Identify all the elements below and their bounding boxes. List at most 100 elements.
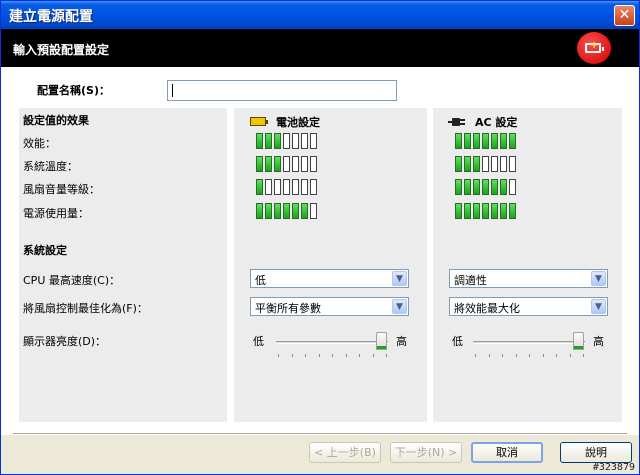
battery-brightness-track[interactable]	[276, 341, 388, 344]
ac-fan-control-value: 將效能最大化	[454, 302, 520, 315]
footer-divider	[13, 433, 627, 435]
battery-brightness-low-label: 低	[253, 335, 264, 348]
battery-brightness-slider-thumb[interactable]	[376, 332, 387, 350]
slider-tick	[502, 354, 503, 357]
next-button[interactable]: 下一步(N) >	[390, 442, 462, 463]
meter-segment	[464, 156, 471, 172]
battery-charging-icon: +	[577, 32, 611, 64]
meter-segment	[491, 179, 498, 195]
chevron-down-icon[interactable]: ▼	[591, 271, 606, 286]
ac-brightness-track[interactable]	[473, 341, 585, 344]
meter-segment	[256, 203, 263, 219]
meter-segment	[292, 133, 299, 149]
meter-segment	[509, 156, 516, 172]
meter-segment	[491, 203, 498, 219]
meter-segment	[265, 156, 272, 172]
meter-segment	[283, 179, 290, 195]
battery-settings-panel: 電池設定 低 ▼ 平衡所有參數 ▼ 低 高	[234, 108, 427, 422]
meter-segment	[473, 179, 480, 195]
meter-segment	[500, 133, 507, 149]
ac-meter-fan-noise	[455, 179, 516, 195]
cancel-button[interactable]: 取消	[471, 442, 543, 463]
meter-segment	[301, 203, 308, 219]
slider-tick	[488, 354, 490, 357]
slider-tick	[542, 354, 544, 357]
slider-tick	[345, 354, 347, 357]
header-title: 輸入預設配置設定	[13, 43, 110, 57]
effect-label-fan-noise: 風扇音量等級：	[23, 183, 100, 196]
meter-segment	[500, 179, 507, 195]
meter-segment	[491, 133, 498, 149]
slider-tick	[475, 354, 476, 357]
battery-fan-control-value: 平衡所有參數	[255, 302, 321, 315]
close-icon[interactable]: ✕	[614, 5, 635, 26]
header-band: 輸入預設配置設定 +	[1, 29, 639, 67]
meter-segment	[274, 203, 281, 219]
meter-segment	[292, 156, 299, 172]
slider-tick	[291, 354, 293, 357]
slider-tick	[583, 354, 584, 357]
ac-brightness-high-label: 高	[593, 335, 604, 348]
meter-segment	[301, 156, 308, 172]
battery-fan-control-select[interactable]: 平衡所有參數 ▼	[250, 297, 409, 316]
battery-column-title: 電池設定	[276, 116, 320, 129]
ac-settings-panel: AC 設定 調適性 ▼ 將效能最大化 ▼ 低 高	[433, 108, 622, 422]
meter-segment	[500, 156, 507, 172]
meter-segment	[265, 179, 272, 195]
meter-segment	[265, 133, 272, 149]
meter-segment	[500, 203, 507, 219]
ac-brightness-slider-thumb[interactable]	[573, 332, 584, 350]
chevron-down-icon[interactable]: ▼	[591, 299, 606, 314]
title-bar[interactable]: 建立電源配置 ✕	[1, 1, 639, 29]
meter-segment	[473, 203, 480, 219]
plug-icon	[448, 117, 466, 127]
battery-icon	[250, 117, 268, 126]
meter-segment	[464, 203, 471, 219]
back-button[interactable]: < 上一步(B)	[309, 442, 381, 463]
ac-cpu-speed-select[interactable]: 調適性 ▼	[449, 269, 608, 288]
system-settings-title: 系統設定	[23, 244, 67, 257]
meter-segment	[310, 203, 317, 219]
meter-segment	[283, 156, 290, 172]
plan-name-input[interactable]	[167, 80, 397, 101]
effect-label-temperature: 系統溫度：	[23, 160, 78, 173]
chevron-down-icon[interactable]: ▼	[392, 271, 407, 286]
cpu-speed-label: CPU 最高速度(C)：	[23, 274, 121, 287]
slider-tick	[386, 354, 387, 357]
meter-segment	[310, 133, 317, 149]
ac-meter-performance	[455, 133, 516, 149]
plan-name-label: 配置名稱(S)：	[37, 84, 110, 97]
ac-brightness-low-label: 低	[452, 335, 463, 348]
meter-segment	[509, 133, 516, 149]
battery-meter-power-usage	[256, 203, 317, 219]
meter-segment	[274, 179, 281, 195]
meter-segment	[274, 156, 281, 172]
meter-segment	[509, 203, 516, 219]
slider-tick	[278, 354, 279, 357]
meter-segment	[301, 179, 308, 195]
slider-tick	[359, 354, 360, 357]
battery-cpu-speed-select[interactable]: 低 ▼	[250, 269, 409, 288]
meter-segment	[455, 133, 462, 149]
meter-segment	[455, 179, 462, 195]
chevron-down-icon[interactable]: ▼	[392, 299, 407, 314]
meter-segment	[292, 179, 299, 195]
slider-tick	[529, 354, 530, 357]
meter-segment	[301, 133, 308, 149]
ac-meter-temperature	[455, 156, 516, 172]
brightness-label: 顯示器亮度(D)：	[23, 335, 107, 348]
meter-segment	[256, 156, 263, 172]
create-power-plan-window: 建立電源配置 ✕ 輸入預設配置設定 + 配置名稱(S)： 設定值的效果 效能： …	[0, 0, 640, 475]
slider-tick	[332, 354, 333, 357]
battery-meter-performance	[256, 133, 317, 149]
slider-tick	[372, 354, 374, 357]
slider-tick	[569, 354, 571, 357]
meter-segment	[265, 203, 272, 219]
meter-segment	[482, 156, 489, 172]
ac-column-title: AC 設定	[475, 116, 518, 129]
help-button[interactable]: 說明	[560, 442, 632, 463]
meter-segment	[464, 179, 471, 195]
ac-fan-control-select[interactable]: 將效能最大化 ▼	[449, 297, 608, 316]
ac-meter-power-usage	[455, 203, 516, 219]
battery-cpu-speed-value: 低	[255, 274, 266, 287]
